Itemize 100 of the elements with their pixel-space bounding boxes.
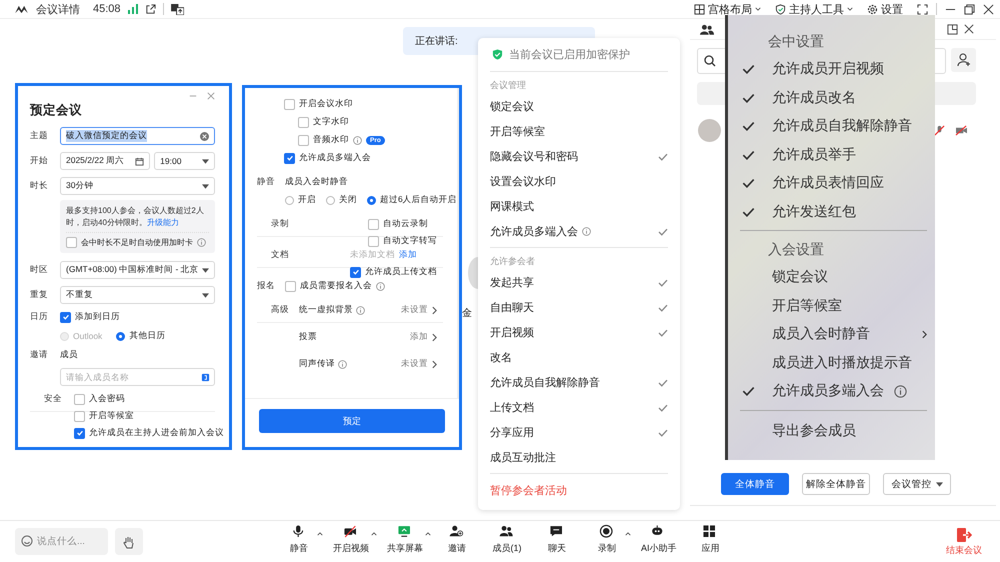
meeting-details-link[interactable]: 会议详情	[36, 2, 80, 16]
field-label: 邀请	[30, 349, 49, 362]
schedule-button[interactable]: 预定	[259, 409, 445, 433]
menu-item[interactable]: 改名	[490, 345, 668, 370]
menu-item[interactable]: 自由聊天	[490, 295, 668, 320]
section-label: 静音	[257, 176, 276, 188]
checkbox-label: 允许成员上传文档	[365, 266, 437, 278]
menu-item[interactable]: 成员进入时播放提示音	[740, 348, 927, 377]
menu-item[interactable]: 网课模式	[490, 194, 668, 219]
menu-item[interactable]: 导出参会成员	[740, 416, 927, 445]
docs-status: 未添加文档	[350, 249, 395, 261]
toolbar-button[interactable]: 聊天	[541, 524, 573, 555]
menu-item[interactable]: 锁定会议	[490, 94, 668, 119]
menu-item[interactable]: 允许成员开启视频	[740, 55, 927, 84]
add-docs-link[interactable]: 添加	[399, 249, 417, 261]
panel-button[interactable]: 全体静音	[721, 473, 789, 495]
checkbox-label: 开启会议水印	[299, 98, 353, 110]
field-label: 主题	[30, 130, 49, 142]
field-label: 日历	[30, 311, 49, 324]
timezone-dropdown[interactable]: (GMT+08:00) 中国标准时间 - 北京	[60, 261, 215, 280]
radio-label: 其他日历	[129, 330, 166, 342]
member-name: 金	[462, 307, 472, 320]
checkbox-label: 入会密码	[89, 393, 125, 406]
menu-item[interactable]: 分享应用	[490, 420, 668, 445]
menu-item[interactable]: 发起共享	[490, 270, 668, 295]
setting-value-button[interactable]: 未设置	[401, 304, 437, 316]
menu-item[interactable]: 允许发送红包	[740, 198, 927, 226]
setting-label: 统一虚拟背景	[299, 304, 353, 316]
toolbar-button[interactable]: 成员(1)	[491, 524, 523, 555]
toolbar-button[interactable]: 开启视频	[333, 524, 369, 555]
checkbox-label: 自动云录制	[383, 218, 428, 230]
menu-item[interactable]: 成员入会时静音	[740, 320, 927, 348]
toolbar-button[interactable]: 共享屏幕	[387, 524, 423, 555]
menu-item[interactable]: 允许成员自我解除静音	[740, 112, 927, 140]
field-label: 时长	[30, 180, 49, 192]
setting-label: 同声传译	[299, 358, 335, 370]
menu-item[interactable]: 允许成员多端入会	[740, 377, 927, 406]
toolbar-button[interactable]: 宫格布局	[694, 2, 761, 16]
toolbar-button[interactable]: 设置	[867, 2, 903, 16]
menu-item[interactable]: 允许成员改名	[740, 84, 927, 112]
toolbar-button[interactable]: 静音	[283, 524, 315, 555]
setting-value-button[interactable]: 未设置	[401, 358, 437, 370]
radio-label: 开启	[298, 194, 316, 206]
toolbar-button[interactable]: 主持人工具	[775, 2, 853, 16]
menu-item[interactable]: 成员互动批注	[490, 445, 668, 470]
end-meeting-button[interactable]: 结束会议	[946, 527, 982, 557]
panel-button[interactable]: 解除全体静音	[802, 473, 870, 495]
section-label: 高级	[271, 304, 290, 316]
topic-field[interactable]: 破入微信预定的会议	[60, 127, 215, 145]
menu-item[interactable]: 设置会议水印	[490, 169, 668, 194]
section-heading: 会议管理	[490, 78, 527, 92]
upgrade-link[interactable]: 升级能力	[146, 218, 179, 227]
meeting-timer: 45:08	[93, 3, 121, 15]
menu-item[interactable]: 上传文档	[490, 395, 668, 420]
member-input[interactable]: 请输入成员名称	[60, 368, 215, 386]
menu-item[interactable]: 允许成员举手	[740, 140, 927, 169]
checkbox-label: 自动文字转写	[383, 235, 437, 247]
radio-label: 超过6人后自动开启	[380, 194, 457, 206]
toolbar-button[interactable]: 邀请	[441, 524, 473, 555]
speaking-label: 正在讲话:	[415, 34, 458, 48]
section-heading: 入会设置	[767, 240, 825, 259]
field-label: 时区	[30, 264, 49, 276]
field-label: 成员	[60, 349, 78, 362]
field-label: 成员入会时静音	[285, 176, 348, 188]
menu-item[interactable]: 锁定会议	[740, 263, 927, 292]
toolbar-button[interactable]: AI小助手	[641, 524, 677, 555]
setting-value-button[interactable]: 添加	[410, 331, 437, 343]
menu-item[interactable]: 允许成员多端入会	[490, 219, 668, 244]
duration-dropdown[interactable]: 30分钟	[60, 177, 215, 195]
date-field[interactable]: 2025/2/22 周六	[60, 152, 150, 170]
section-heading: 允许参会者	[490, 254, 536, 268]
time-dropdown[interactable]: 19:00	[154, 152, 215, 170]
radio-label: Outlook	[73, 331, 102, 342]
menu-item[interactable]: 开启等候室	[740, 292, 927, 320]
setting-label: 投票	[299, 331, 317, 343]
toolbar-button[interactable]: 应用	[694, 524, 727, 555]
section-label: 录制	[271, 218, 290, 230]
field-label: 重复	[30, 289, 49, 302]
checkbox-label: 成员需要报名入会	[300, 280, 372, 292]
repeat-dropdown[interactable]: 不重复	[60, 286, 215, 304]
menu-item[interactable]: 允许成员自我解除静音	[490, 370, 668, 395]
dialog-title: 预定会议	[30, 102, 83, 119]
checkbox-label: 允许成员在主持人进会前加入会议	[89, 427, 224, 440]
section-label: 报名	[257, 280, 276, 292]
menu-item[interactable]: 允许成员表情回应	[740, 169, 927, 198]
checkbox-label: 文字水印	[313, 116, 349, 128]
menu-item[interactable]: 隐藏会议号和密码	[490, 144, 668, 169]
field-label: 开始	[30, 155, 49, 167]
field-label: 安全	[44, 393, 63, 406]
chat-input[interactable]: 说点什么...	[15, 528, 108, 555]
panel-button[interactable]: 会议管控	[883, 473, 951, 495]
menu-item[interactable]: 开启视频	[490, 320, 668, 345]
checkbox-label: 音频水印	[313, 134, 349, 146]
toolbar-button[interactable]: 录制	[591, 524, 623, 555]
menu-item[interactable]: 开启等候室	[490, 119, 668, 144]
checkbox-label: 允许成员多端入会	[299, 152, 371, 164]
section-heading: 会中设置	[767, 32, 825, 51]
section-label: 文档	[271, 249, 290, 261]
encryption-notice: 当前会议已启用加密保护	[509, 48, 630, 62]
menu-item[interactable]: 暂停参会者活动	[490, 478, 668, 503]
